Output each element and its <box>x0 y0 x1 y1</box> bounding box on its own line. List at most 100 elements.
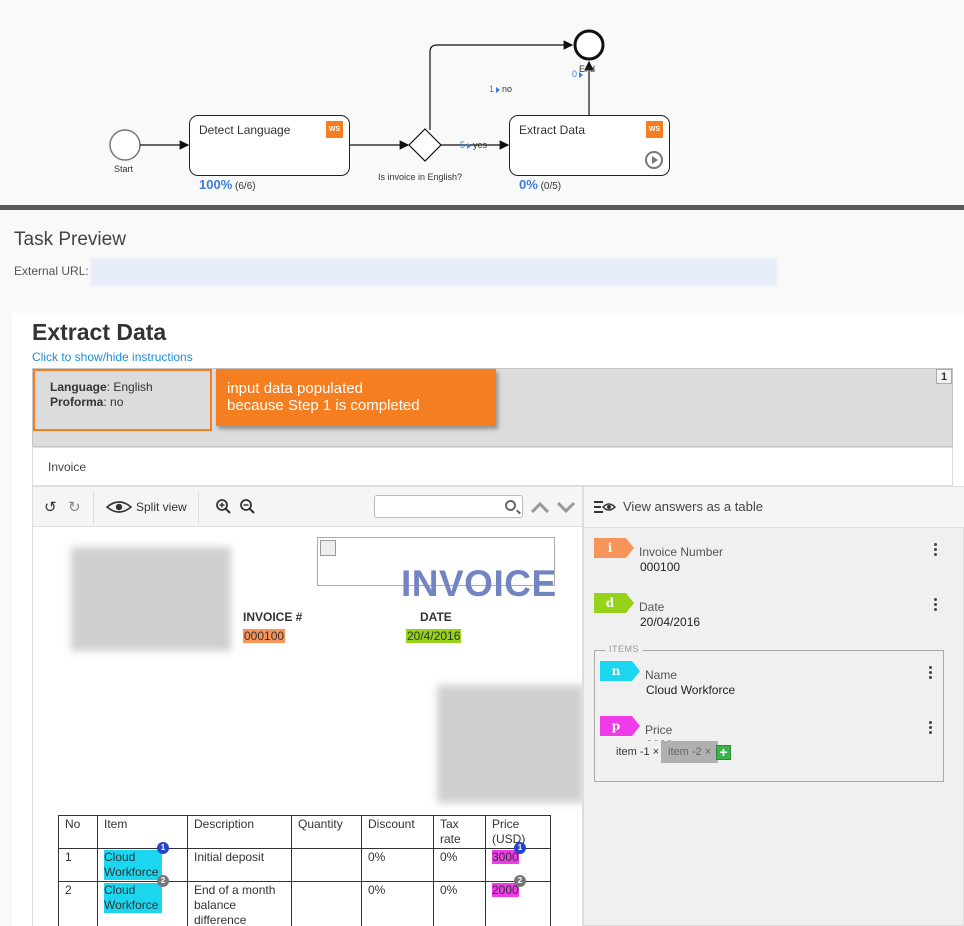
task-extract-data[interactable]: Extract Data WS <box>509 115 670 176</box>
language-row: Language: English <box>50 380 153 394</box>
progress-count: (6/6) <box>235 181 256 192</box>
add-item-button[interactable]: + <box>716 745 731 760</box>
search-icon[interactable] <box>505 500 516 511</box>
column-header: Item <box>97 815 188 849</box>
column-header: Description <box>187 815 292 849</box>
edge-no-count: 1 <box>489 84 495 94</box>
redacted-address-block <box>437 685 582 803</box>
date-label: DATE <box>420 610 452 624</box>
proforma-value: no <box>110 395 124 409</box>
document-search-input[interactable] <box>374 495 523 518</box>
table-header-row: No Item Description Quantity Discount Ta… <box>58 815 551 849</box>
field-label: Date <box>639 600 665 614</box>
task-preview-title: Task Preview <box>14 229 126 250</box>
end-event[interactable] <box>573 29 605 61</box>
answers-header[interactable]: View answers as a table <box>584 487 964 528</box>
more-menu-icon[interactable] <box>934 543 938 557</box>
redo-icon[interactable]: ↻ <box>68 498 81 516</box>
panel-title: Extract Data <box>32 319 167 345</box>
price-badge: 1 <box>514 842 526 854</box>
field-tag: d <box>594 593 634 613</box>
external-url-value[interactable] <box>91 258 777 286</box>
item-badge: 2 <box>157 875 169 887</box>
field-value: 20/04/2016 <box>640 615 701 629</box>
task2-progress: 0% (0/5) <box>519 177 561 192</box>
cell-description: End of a month balance difference <box>187 881 292 926</box>
input-data-box: Language: English Proforma: no <box>33 369 212 431</box>
field-label: Name <box>645 668 678 682</box>
item-badge: 1 <box>157 842 169 854</box>
task-title: Detect Language <box>199 123 291 137</box>
play-small-icon <box>496 86 501 93</box>
edge-no-text: no <box>502 84 513 94</box>
cell-discount: 0% <box>361 848 434 882</box>
start-event[interactable] <box>109 129 141 161</box>
field-value: Cloud Workforce <box>646 683 736 697</box>
invoice-number-highlight[interactable]: 000100 <box>243 629 286 643</box>
cell-description: Initial deposit <box>187 848 292 882</box>
cell-no: 1 <box>58 848 98 882</box>
answers-panel: View answers as a table i Invoice Number… <box>583 486 964 926</box>
edge-no-label: 1 no <box>489 84 512 94</box>
progress-count: (0/5) <box>540 181 562 192</box>
external-url-label: External URL: <box>14 264 89 278</box>
end-label-text: End <box>579 64 596 74</box>
cell-price: 2000 2 <box>485 875 551 926</box>
progress-percent: 100% <box>199 177 233 192</box>
items-legend: ITEMS <box>605 644 644 654</box>
zoom-out-icon[interactable] <box>240 499 255 514</box>
proforma-row: Proforma: no <box>50 395 124 409</box>
split-view-button[interactable]: Split view <box>136 500 187 514</box>
close-icon[interactable]: × <box>653 746 659 758</box>
chevron-down-icon[interactable] <box>556 500 576 514</box>
field-tag: i <box>594 538 634 558</box>
gateway[interactable] <box>408 128 442 162</box>
eye-icon[interactable] <box>106 500 132 514</box>
column-header: Discount <box>361 815 434 849</box>
table-view-icon <box>594 501 616 513</box>
item-highlight[interactable]: Cloud Workforce <box>104 883 162 913</box>
price-badge: 2 <box>514 875 526 887</box>
language-value: English <box>113 380 153 394</box>
end-label: End <box>579 60 607 74</box>
toolbar-divider <box>198 491 199 524</box>
column-header: No <box>58 815 98 849</box>
more-menu-icon[interactable] <box>934 598 938 612</box>
more-menu-icon[interactable] <box>929 721 933 735</box>
table-row: 2 Cloud Workforce 2 End of a month balan… <box>58 875 551 926</box>
chevron-up-icon[interactable] <box>530 500 550 514</box>
view-as-table-button: View answers as a table <box>623 499 763 514</box>
invoice-number-label: INVOICE # <box>243 610 303 624</box>
date-highlight[interactable]: 20/4/2016 <box>406 629 462 643</box>
toolbar-divider <box>93 491 94 524</box>
ws-badge-icon: WS <box>646 121 663 138</box>
cell-no: 2 <box>58 881 98 926</box>
toggle-instructions-link[interactable]: Click to show/hide instructions <box>32 350 193 364</box>
redacted-company-block <box>71 547 231 651</box>
edge-yes-count: 5 <box>460 140 466 150</box>
end-count: 0 <box>572 69 578 79</box>
more-menu-icon[interactable] <box>929 666 933 680</box>
cell-item: Cloud Workforce 1 <box>97 842 188 882</box>
column-header: Quantity <box>291 815 362 849</box>
proforma-key: Proforma <box>50 395 104 409</box>
column-header: Tax rate <box>433 815 486 849</box>
item-tab-1[interactable]: item -1 × <box>609 741 667 763</box>
cell-discount: 0% <box>361 881 434 926</box>
field-tag: p <box>600 716 640 736</box>
task-detect-language[interactable]: Detect Language WS <box>189 115 350 176</box>
undo-icon[interactable]: ↺ <box>44 498 57 516</box>
edge-yes-label: 5 yes <box>460 140 487 150</box>
item-highlight[interactable]: Cloud Workforce <box>104 850 162 880</box>
play-icon[interactable] <box>645 151 663 169</box>
zoom-in-icon[interactable] <box>216 499 231 514</box>
input-data-band: Language: English Proforma: no input dat… <box>32 368 953 447</box>
item-tab-2[interactable]: item -2 × <box>661 741 719 763</box>
section-divider <box>0 205 964 210</box>
document-toolbar: ↺ ↻ Split view <box>32 486 583 527</box>
language-key: Language <box>50 380 107 394</box>
progress-percent: 0% <box>519 177 538 192</box>
callout-line: input data populated <box>227 380 363 397</box>
workflow-diagram: Start Detect Language WS 100% (6/6) Is i… <box>0 0 964 206</box>
close-icon[interactable]: × <box>705 746 711 758</box>
